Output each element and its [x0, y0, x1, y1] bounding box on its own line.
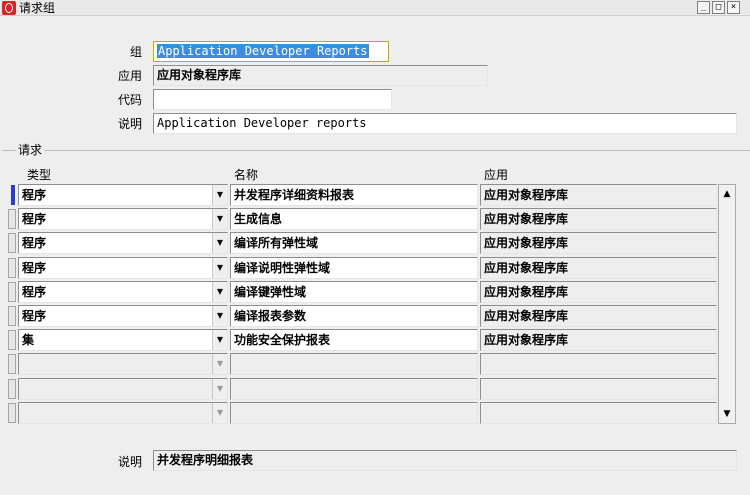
- minimize-button[interactable]: _: [697, 1, 710, 14]
- name-cell[interactable]: 生成信息: [230, 208, 478, 230]
- name-cell[interactable]: 编译所有弹性域: [230, 232, 478, 254]
- dropdown-icon[interactable]: ▼: [212, 233, 227, 253]
- type-value: 程序: [22, 236, 47, 250]
- type-cell[interactable]: 程序 ▼: [18, 232, 228, 254]
- type-value: 程序: [22, 261, 47, 275]
- group-label: 组: [129, 45, 142, 59]
- dropdown-icon[interactable]: ▼: [212, 209, 227, 229]
- name-cell[interactable]: 编译说明性弹性域: [230, 257, 478, 279]
- name-cell[interactable]: 编译键弹性域: [230, 281, 478, 303]
- application-cell: 应用对象程序库: [480, 184, 717, 206]
- record-indicator[interactable]: [8, 330, 16, 350]
- requests-section-label: 请求: [16, 143, 45, 157]
- window-title: 请求组: [19, 1, 56, 15]
- close-button[interactable]: ×: [727, 1, 740, 14]
- code-label: 代码: [117, 93, 142, 107]
- type-value: 程序: [22, 212, 47, 226]
- name-cell[interactable]: 编译报表参数: [230, 305, 478, 327]
- description-field[interactable]: Application Developer reports: [153, 113, 737, 134]
- code-field[interactable]: [153, 89, 392, 110]
- type-cell[interactable]: 程序 ▼: [18, 208, 228, 230]
- type-value: 程序: [22, 285, 47, 299]
- dropdown-icon[interactable]: ▼: [212, 354, 227, 374]
- footer-description-label: 说明: [117, 455, 142, 469]
- application-cell: 应用对象程序库: [480, 329, 717, 351]
- application-label: 应用: [117, 69, 142, 83]
- scroll-down-icon[interactable]: ▼: [720, 407, 734, 421]
- application-cell: [480, 378, 717, 400]
- record-indicator[interactable]: [8, 306, 16, 326]
- vertical-scrollbar[interactable]: ▲ ▼: [718, 184, 736, 424]
- current-record-indicator[interactable]: [11, 185, 15, 205]
- record-indicator[interactable]: [8, 233, 16, 253]
- dropdown-icon[interactable]: ▼: [212, 330, 227, 350]
- application-cell: [480, 402, 717, 424]
- section-divider: [2, 150, 750, 151]
- record-indicator[interactable]: [8, 379, 16, 399]
- name-cell[interactable]: 并发程序详细资料报表: [230, 184, 478, 206]
- name-cell[interactable]: 功能安全保护报表: [230, 329, 478, 351]
- type-value: 程序: [22, 309, 47, 323]
- type-cell[interactable]: 集 ▼: [18, 329, 228, 351]
- dropdown-icon[interactable]: ▼: [212, 306, 227, 326]
- record-indicator[interactable]: [8, 403, 16, 423]
- application-cell: 应用对象程序库: [480, 281, 717, 303]
- dropdown-icon[interactable]: ▼: [212, 379, 227, 399]
- type-value: 程序: [22, 188, 47, 202]
- type-cell[interactable]: ▼: [18, 353, 228, 375]
- group-value: Application Developer Reports: [157, 44, 369, 58]
- name-cell[interactable]: [230, 402, 478, 424]
- application-cell: 应用对象程序库: [480, 305, 717, 327]
- dropdown-icon[interactable]: ▼: [212, 185, 227, 205]
- record-indicator[interactable]: [8, 282, 16, 302]
- application-cell: [480, 353, 717, 375]
- column-header-type: 类型: [27, 168, 52, 182]
- record-indicator[interactable]: [8, 258, 16, 278]
- title-bar: 请求组 _ □ ×: [0, 0, 750, 16]
- name-cell[interactable]: [230, 353, 478, 375]
- type-cell[interactable]: 程序 ▼: [18, 281, 228, 303]
- application-cell: 应用对象程序库: [480, 257, 717, 279]
- type-cell[interactable]: 程序 ▼: [18, 305, 228, 327]
- application-cell: 应用对象程序库: [480, 208, 717, 230]
- type-cell[interactable]: ▼: [18, 378, 228, 400]
- dropdown-icon[interactable]: ▼: [212, 258, 227, 278]
- scroll-up-icon[interactable]: ▲: [720, 187, 734, 201]
- type-cell[interactable]: 程序 ▼: [18, 184, 228, 206]
- oracle-app-icon: [2, 1, 16, 15]
- footer-description-field: 并发程序明细报表: [153, 450, 737, 471]
- application-field: 应用对象程序库: [153, 65, 488, 86]
- column-header-name: 名称: [234, 168, 259, 182]
- application-cell: 应用对象程序库: [480, 232, 717, 254]
- type-cell[interactable]: ▼: [18, 402, 228, 424]
- record-indicator[interactable]: [8, 209, 16, 229]
- column-header-application: 应用: [484, 168, 509, 182]
- type-cell[interactable]: 程序 ▼: [18, 257, 228, 279]
- type-value: 集: [22, 333, 35, 347]
- maximize-button[interactable]: □: [712, 1, 725, 14]
- dropdown-icon[interactable]: ▼: [212, 282, 227, 302]
- record-indicator[interactable]: [8, 354, 16, 374]
- description-label: 说明: [117, 117, 142, 131]
- name-cell[interactable]: [230, 378, 478, 400]
- dropdown-icon[interactable]: ▼: [212, 403, 227, 423]
- group-field[interactable]: Application Developer Reports: [153, 41, 389, 62]
